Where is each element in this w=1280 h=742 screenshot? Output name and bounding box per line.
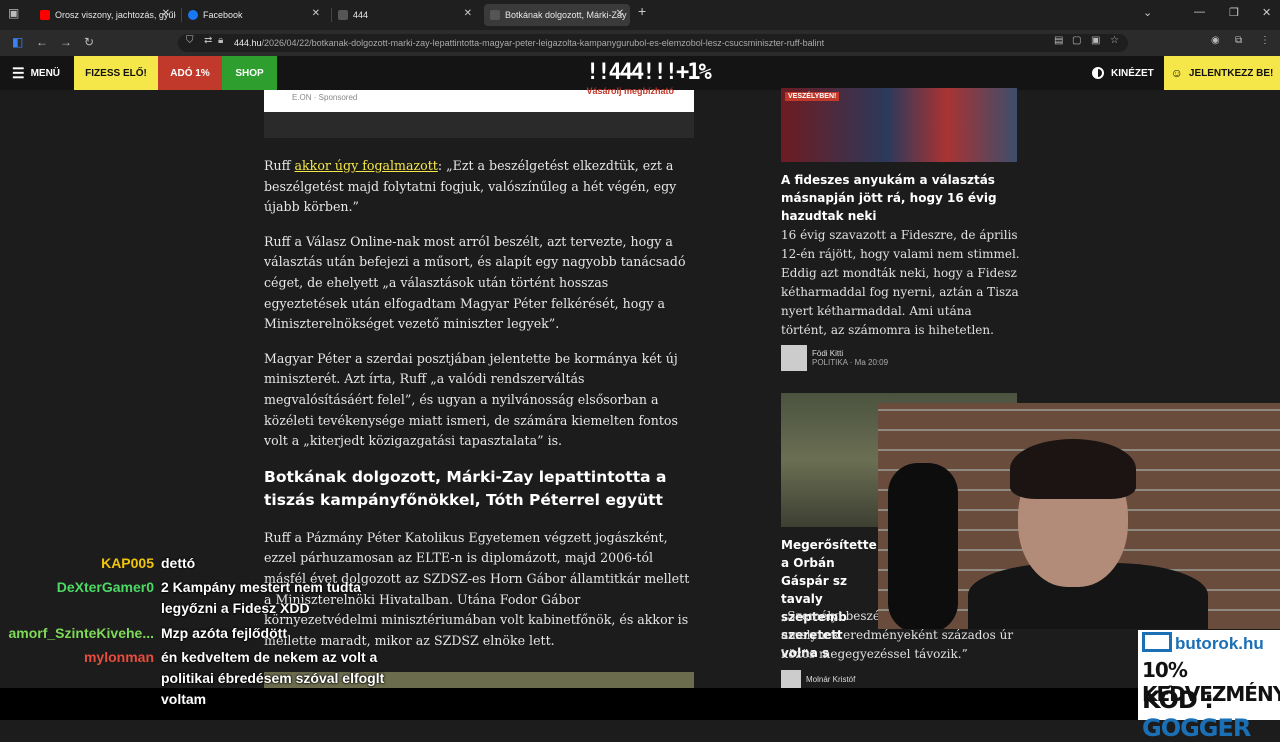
site-444-icon: [338, 10, 348, 20]
article-body: Ruff akkor úgy fogalmazott: „Ezt a beszé…: [264, 156, 694, 665]
appearance-button[interactable]: KINÉZET: [1092, 56, 1154, 90]
site-444-icon: [490, 10, 500, 20]
tab-label: Botkának dolgozott, Márki-Zay: [505, 10, 627, 20]
author-name: Födi Kitti: [812, 349, 844, 358]
login-label: JELENTKEZZ BE!: [1188, 67, 1274, 79]
sponsor-banner: butorok.hu 10% KEDVEZMÉNY KÓD : GOGGER: [1138, 630, 1280, 742]
close-icon[interactable]: ✕: [162, 8, 170, 19]
webcam-overlay: [878, 403, 1280, 629]
close-window-icon[interactable]: ✕: [1262, 6, 1271, 19]
browser-toolbar: ◧ ← → ↻ 444.hu/2026/04/22/botkanak-dolgo…: [0, 30, 1280, 56]
extensions-icon[interactable]: ⧉: [1235, 35, 1242, 46]
card-lead: 16 évig szavazott a Fideszre, de április…: [781, 228, 1020, 337]
chat-username: KAP005: [101, 555, 154, 571]
permissions-icon[interactable]: ⇄: [204, 35, 212, 46]
site-header: ☰ MENÜ FIZESS ELŐ! ADÓ 1% SHOP !!444!!!+…: [0, 56, 1280, 90]
hamburger-icon: ☰: [12, 64, 25, 81]
article-image: [264, 672, 694, 688]
reader-icon[interactable]: ▤: [1054, 35, 1063, 46]
tab-article-active[interactable]: Botkának dolgozott, Márki-Zay ✕: [484, 4, 630, 26]
new-tab-button[interactable]: +: [638, 3, 646, 19]
paragraph: Ruff a Válasz Online-nak most arról besz…: [264, 233, 686, 332]
browser-tab-bar: ▣ Orosz viszony, jachtozás, gyűlö ✕ Face…: [0, 0, 1280, 30]
url-host: 444.hu: [234, 38, 262, 48]
pip-icon[interactable]: ▣: [1091, 35, 1100, 46]
menu-button[interactable]: ☰ MENÜ: [12, 56, 60, 90]
sponsor-brand: butorok.hu: [1142, 632, 1264, 654]
sponsor-brand-text: butorok.hu: [1175, 634, 1264, 653]
subscribe-button[interactable]: FIZESS ELŐ!: [74, 56, 158, 90]
lock-icon[interactable]: 🔒︎: [218, 35, 223, 46]
chat-username: mylonman: [83, 649, 154, 665]
tab-label: Facebook: [203, 10, 243, 20]
screenshot-icon[interactable]: ▢: [1072, 35, 1081, 46]
author-name: Molnár Kristóf: [806, 674, 856, 684]
forward-icon[interactable]: →: [60, 35, 72, 49]
contrast-icon: [1092, 67, 1104, 79]
paragraph: Ruff a Pázmány Péter Katolikus Egyetemen…: [264, 529, 690, 648]
chat-username: DeXterGamer0: [56, 579, 154, 595]
streamer-hair: [1010, 439, 1136, 499]
sidebar-icon[interactable]: ◧: [12, 35, 23, 49]
appearance-label: KINÉZET: [1111, 67, 1154, 79]
card-author[interactable]: Molnár Kristóf: [781, 670, 855, 688]
coupon-value: GOGGER: [1142, 714, 1251, 742]
chat-username: amorf_SzinteKivehe...: [8, 625, 155, 641]
avatar: [781, 345, 807, 371]
sponsor-logo-icon: [1142, 632, 1172, 652]
card-title[interactable]: A fideszes anyukám a választás másnapján…: [781, 171, 1021, 225]
paragraph: Ruff akkor úgy fogalmazott: „Ezt a beszé…: [264, 156, 694, 218]
thumbnail-badge: VESZÉLYBEN!: [785, 92, 840, 101]
microphone: [888, 463, 958, 629]
tab-youtube[interactable]: Orosz viszony, jachtozás, gyűlö ✕: [34, 4, 176, 26]
section-heading: Botkának dolgozott, Márki-Zay lepattinto…: [264, 467, 667, 509]
ad-sponsor-label: E.ON · Sponsored: [292, 93, 358, 102]
menu-icon[interactable]: ⋮: [1260, 35, 1270, 46]
card-author[interactable]: Födi Kitti POLITIKA · Ma 20:09: [781, 345, 888, 371]
menu-label: MENÜ: [30, 67, 61, 79]
close-icon[interactable]: ✕: [312, 8, 320, 19]
tab-overview-icon[interactable]: ▣: [8, 6, 19, 20]
minimize-icon[interactable]: —: [1194, 6, 1205, 18]
back-icon[interactable]: ←: [36, 35, 48, 49]
login-button[interactable]: ☺ JELENTKEZZ BE!: [1164, 56, 1280, 90]
bookmark-star-icon[interactable]: ☆: [1110, 35, 1119, 46]
account-icon[interactable]: ◉: [1211, 35, 1220, 46]
card-meta: POLITIKA · Ma 20:09: [812, 358, 889, 367]
ad-headline: Vásárolj megbízható: [586, 86, 674, 96]
facebook-icon: [188, 10, 198, 20]
text: Ruff: [264, 158, 295, 173]
coupon-code: KÓD : GOGGER: [1142, 686, 1280, 742]
source-link[interactable]: akkor úgy fogalmazott: [295, 158, 438, 173]
close-icon[interactable]: ✕: [616, 8, 624, 19]
coupon-prefix: KÓD :: [1142, 686, 1214, 714]
tab-label: Orosz viszony, jachtozás, gyűlö: [55, 10, 176, 20]
ad-banner: E.ON · Sponsored Vásárolj megbízható: [264, 86, 694, 112]
tab-facebook[interactable]: Facebook ✕: [182, 4, 326, 26]
card-thumbnail[interactable]: VESZÉLYBEN!: [781, 88, 1017, 162]
restore-icon[interactable]: ❐: [1229, 6, 1239, 19]
advertisement[interactable]: E.ON · Sponsored Vásárolj megbízható: [264, 86, 694, 138]
close-icon[interactable]: ✕: [464, 8, 472, 19]
site-logo[interactable]: !!444!!!+1%: [586, 60, 712, 85]
avatar: [781, 670, 801, 688]
url-path: /2026/04/22/botkanak-dolgozott-marki-zay…: [261, 38, 825, 48]
reload-icon[interactable]: ↻: [84, 35, 94, 49]
youtube-icon: [40, 10, 50, 20]
user-icon: ☺: [1170, 66, 1183, 80]
tab-label: 444: [353, 10, 369, 20]
shop-button[interactable]: SHOP: [222, 56, 277, 90]
paragraph: Magyar Péter a szerdai posztjában jelent…: [264, 350, 678, 449]
stream-bottom-bar: [0, 688, 1138, 720]
shield-icon[interactable]: ⛉: [186, 35, 194, 46]
chevron-down-icon[interactable]: ⌄: [1143, 6, 1152, 19]
tax-donation-button[interactable]: ADÓ 1%: [158, 56, 222, 90]
address-bar[interactable]: 444.hu/2026/04/22/botkanak-dolgozott-mar…: [178, 34, 1128, 52]
tab-444[interactable]: 444 ✕: [332, 4, 478, 26]
